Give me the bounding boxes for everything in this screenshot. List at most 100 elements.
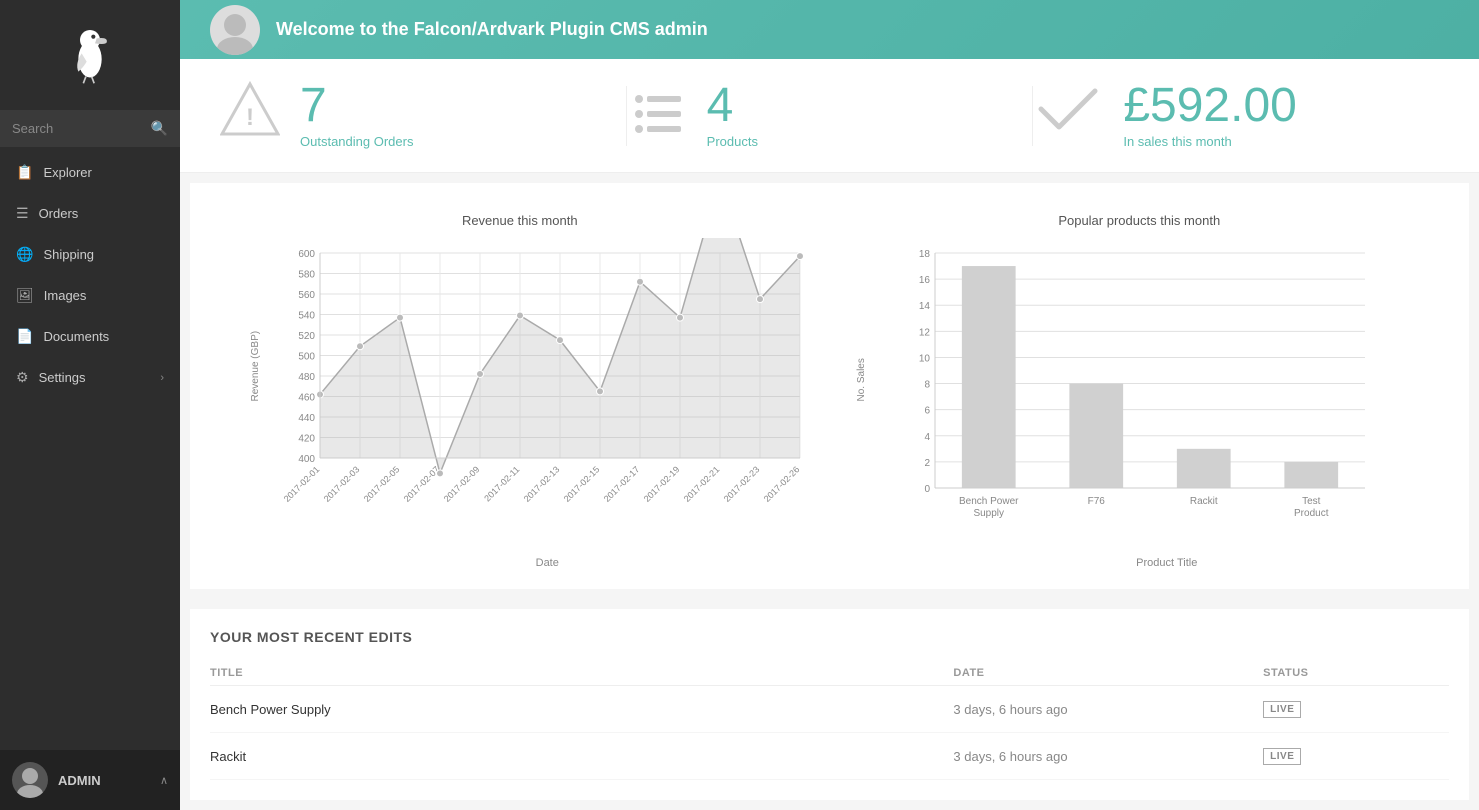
search-button[interactable]: 🔍 xyxy=(151,120,168,137)
stat-sales-info: £592.00 In sales this month xyxy=(1123,82,1297,149)
stat-products: 4 Products xyxy=(627,79,1033,152)
svg-text:2017-02-23: 2017-02-23 xyxy=(722,464,762,504)
list-icon xyxy=(627,79,687,152)
stat-products-label: Products xyxy=(707,134,758,149)
recent-edits-section: YOUR MOST RECENT EDITS TITLE DATE STATUS… xyxy=(190,609,1469,800)
sidebar-item-explorer-label: Explorer xyxy=(43,165,91,180)
stat-sales-label: In sales this month xyxy=(1123,134,1297,149)
edits-table-body: Bench Power Supply 3 days, 6 hours ago L… xyxy=(210,686,1449,780)
svg-text:400: 400 xyxy=(298,454,315,465)
row-date: 3 days, 6 hours ago xyxy=(953,733,1263,780)
col-title: TITLE xyxy=(210,661,953,686)
popular-chart-container: Popular products this month No. Sales 02… xyxy=(830,203,1450,579)
svg-text:2017-02-15: 2017-02-15 xyxy=(562,464,602,504)
stat-sales-number: £592.00 xyxy=(1123,82,1297,130)
svg-text:10: 10 xyxy=(918,353,930,364)
popular-x-label: Product Title xyxy=(895,557,1440,569)
svg-text:14: 14 xyxy=(918,301,930,312)
stat-orders-info: 7 Outstanding Orders xyxy=(300,82,413,149)
orders-icon: ☰ xyxy=(16,205,29,222)
warning-icon: ! xyxy=(220,79,280,152)
logo-area xyxy=(0,0,180,110)
revenue-x-label: Date xyxy=(275,557,820,569)
svg-text:2017-02-01: 2017-02-01 xyxy=(282,464,322,504)
stat-products-number: 4 xyxy=(707,82,758,130)
status-badge: LIVE xyxy=(1263,701,1301,718)
svg-text:2017-02-13: 2017-02-13 xyxy=(522,464,562,504)
svg-text:2017-02-26: 2017-02-26 xyxy=(762,464,802,504)
sidebar-item-settings-label: Settings xyxy=(39,370,86,385)
popular-chart-title: Popular products this month xyxy=(840,213,1440,228)
settings-icon: ⚙ xyxy=(16,369,29,386)
sidebar-item-documents-label: Documents xyxy=(43,329,109,344)
svg-text:F76: F76 xyxy=(1087,496,1105,507)
sidebar-item-settings[interactable]: ⚙ Settings › xyxy=(0,357,180,398)
documents-icon: 📄 xyxy=(16,328,33,345)
row-status: LIVE xyxy=(1263,686,1449,733)
stat-sales: £592.00 In sales this month xyxy=(1033,79,1439,152)
sidebar-item-orders-label: Orders xyxy=(39,206,79,221)
svg-text:0: 0 xyxy=(924,484,930,495)
table-row: Bench Power Supply 3 days, 6 hours ago L… xyxy=(210,686,1449,733)
revenue-chart-container: Revenue this month Revenue (GBP) 400 420 4… xyxy=(210,203,830,579)
search-input[interactable] xyxy=(12,121,151,136)
avatar xyxy=(12,762,48,798)
svg-text:540: 540 xyxy=(298,311,315,322)
header-avatar xyxy=(210,5,260,55)
images-icon: 🖼 xyxy=(16,287,34,304)
welcome-text: Welcome to the Falcon/Ardvark Plugin CMS… xyxy=(276,19,708,40)
svg-text:460: 460 xyxy=(298,393,315,404)
svg-text:Supply: Supply xyxy=(973,508,1004,519)
svg-text:420: 420 xyxy=(298,434,315,445)
stats-row: ! 7 Outstanding Orders xyxy=(180,59,1479,173)
status-badge: LIVE xyxy=(1263,748,1301,765)
sidebar: 🔍 📋 Explorer ☰ Orders 🌐 Shipping 🖼 Image… xyxy=(0,0,180,810)
revenue-chart-title: Revenue this month xyxy=(220,213,820,228)
sidebar-item-shipping[interactable]: 🌐 Shipping xyxy=(0,234,180,275)
stat-orders-label: Outstanding Orders xyxy=(300,134,413,149)
sidebar-item-orders[interactable]: ☰ Orders xyxy=(0,193,180,234)
revenue-chart: 4004204404604805005205405605806002017-02… xyxy=(275,238,815,548)
table-row: Rackit 3 days, 6 hours ago LIVE xyxy=(210,733,1449,780)
svg-text:600: 600 xyxy=(298,249,315,260)
stat-products-info: 4 Products xyxy=(707,82,758,149)
stat-orders-number: 7 xyxy=(300,82,413,130)
row-title: Bench Power Supply xyxy=(210,686,953,733)
bird-logo xyxy=(65,20,115,90)
revenue-y-label: Revenue (GBP) xyxy=(250,330,261,401)
svg-text:440: 440 xyxy=(298,413,315,424)
admin-bar[interactable]: ADMIN ∧ xyxy=(0,750,180,810)
svg-text:Bench Power: Bench Power xyxy=(959,496,1019,507)
check-icon xyxy=(1033,79,1103,152)
svg-text:520: 520 xyxy=(298,331,315,342)
svg-text:2017-02-21: 2017-02-21 xyxy=(682,464,722,504)
svg-text:18: 18 xyxy=(918,249,930,260)
popular-chart: 024681012141618Bench PowerSupplyF76Racki… xyxy=(895,238,1375,548)
sidebar-item-explorer[interactable]: 📋 Explorer xyxy=(0,152,180,193)
svg-text:480: 480 xyxy=(298,372,315,383)
svg-text:2017-02-07: 2017-02-07 xyxy=(402,464,442,504)
svg-text:2017-02-17: 2017-02-17 xyxy=(602,464,642,504)
sidebar-item-documents[interactable]: 📄 Documents xyxy=(0,316,180,357)
explorer-icon: 📋 xyxy=(16,164,33,181)
svg-text:4: 4 xyxy=(924,432,930,443)
col-status: STATUS xyxy=(1263,661,1449,686)
settings-expand-arrow: › xyxy=(160,372,164,384)
sidebar-item-images[interactable]: 🖼 Images xyxy=(0,275,180,316)
svg-text:6: 6 xyxy=(924,406,930,417)
svg-text:2017-02-05: 2017-02-05 xyxy=(362,464,402,504)
popular-y-label: No. Sales xyxy=(856,358,867,401)
row-date: 3 days, 6 hours ago xyxy=(953,686,1263,733)
col-date: DATE xyxy=(953,661,1263,686)
svg-text:580: 580 xyxy=(298,270,315,281)
row-title: Rackit xyxy=(210,733,953,780)
admin-name: ADMIN xyxy=(58,773,150,788)
svg-text:2017-02-03: 2017-02-03 xyxy=(322,464,362,504)
svg-text:2017-02-19: 2017-02-19 xyxy=(642,464,682,504)
row-status: LIVE xyxy=(1263,733,1449,780)
admin-expand-arrow: ∧ xyxy=(160,774,168,787)
stat-orders: ! 7 Outstanding Orders xyxy=(220,79,626,152)
svg-text:Test: Test xyxy=(1302,496,1321,507)
main-content: Welcome to the Falcon/Ardvark Plugin CMS… xyxy=(180,0,1479,810)
svg-text:8: 8 xyxy=(924,380,930,391)
